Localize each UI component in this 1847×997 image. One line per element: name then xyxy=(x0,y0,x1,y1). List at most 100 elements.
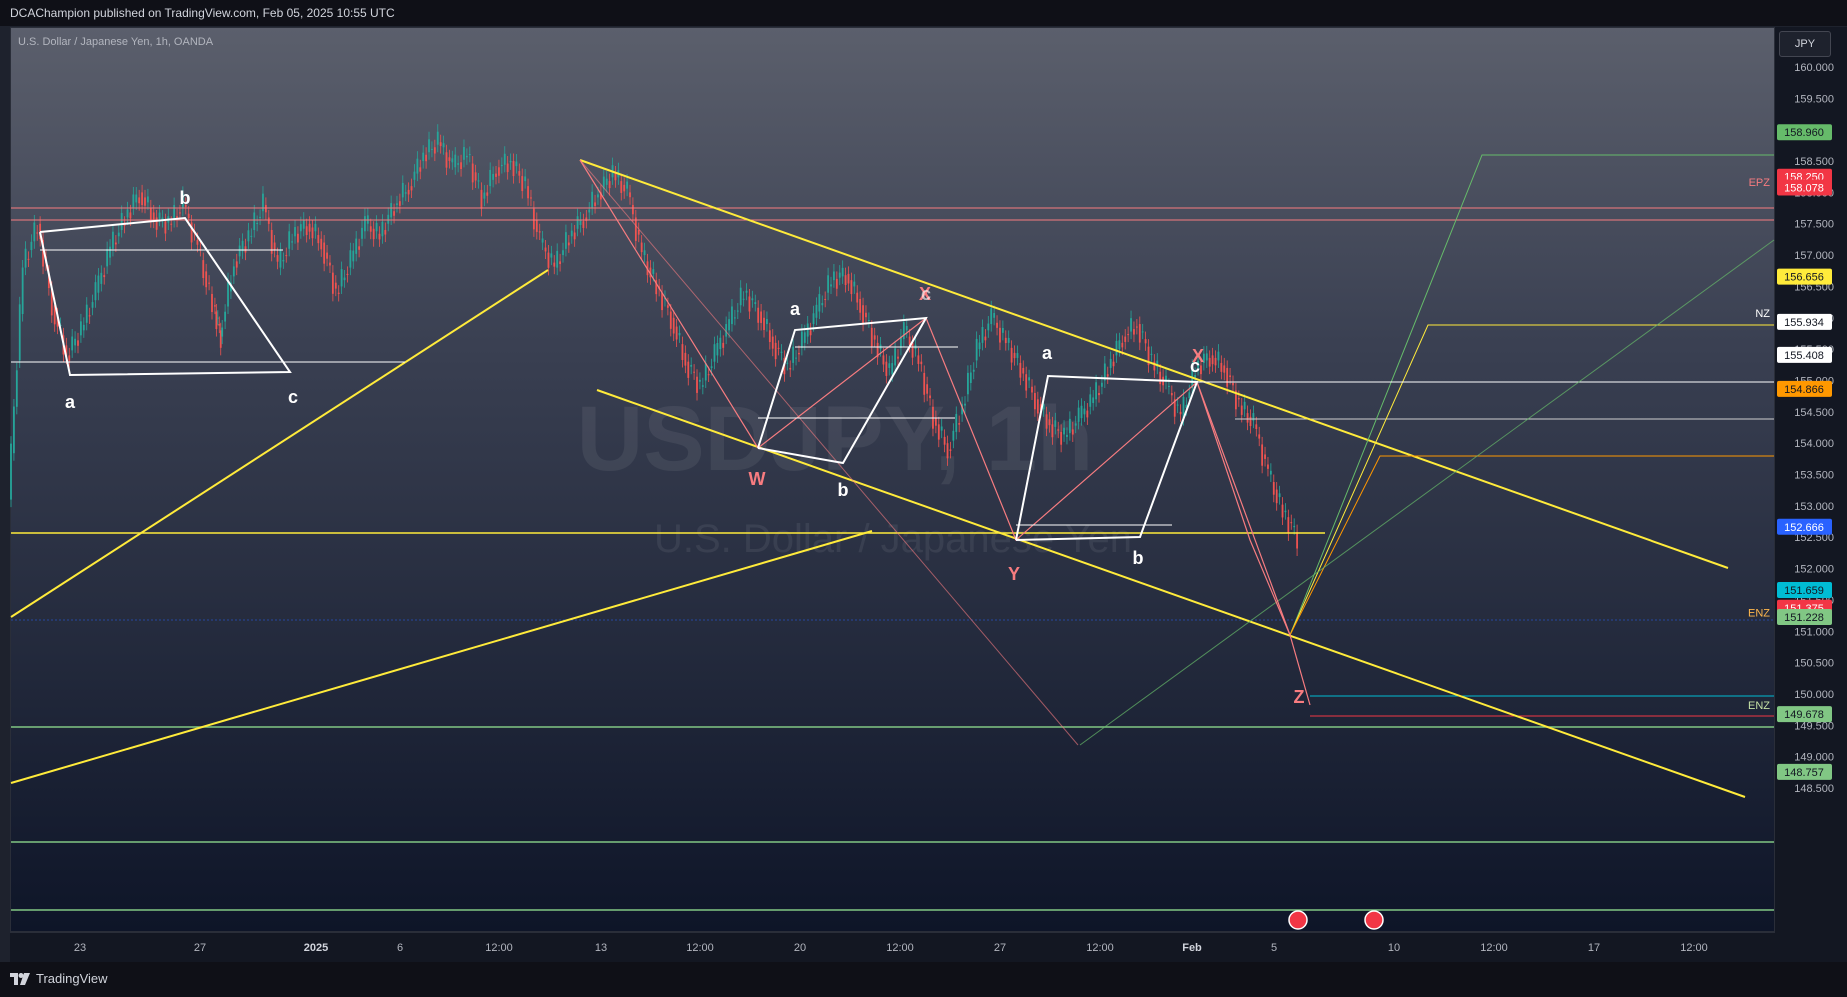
candle-body xyxy=(865,312,867,318)
symbol-title[interactable]: U.S. Dollar / Japanese Yen, 1h, OANDA xyxy=(18,36,214,48)
wave-label-c-left: c xyxy=(288,387,298,407)
event-flag-icon[interactable] xyxy=(1364,910,1384,930)
currency-selector[interactable]: JPY xyxy=(1779,31,1831,57)
candle-body xyxy=(489,169,492,187)
candle-body xyxy=(795,357,797,359)
candle-body xyxy=(535,219,538,232)
candle-body xyxy=(629,192,631,198)
candle-body xyxy=(235,261,238,268)
candle-body xyxy=(262,193,264,212)
price-marker-label: 151.228 xyxy=(1784,612,1824,624)
candle-body xyxy=(1281,504,1284,518)
candle-body xyxy=(1133,329,1135,335)
candle-body xyxy=(361,227,363,239)
candle-body xyxy=(1025,374,1028,391)
candle-body xyxy=(958,423,961,425)
candle-body xyxy=(1092,397,1095,404)
candle-body xyxy=(1127,334,1130,336)
candle-body xyxy=(1232,382,1234,386)
candle-body xyxy=(179,212,181,214)
candle-body xyxy=(1063,427,1065,435)
event-flag-icon[interactable] xyxy=(1288,910,1308,930)
y-tick-label: 148.500 xyxy=(1794,783,1834,795)
candle-body xyxy=(850,280,853,295)
candle-body xyxy=(652,269,655,274)
chart-canvas[interactable]: USDJPY, 1h U.S. Dollar / Japanese Yen W … xyxy=(0,0,1847,997)
candle-body xyxy=(570,230,573,237)
candle-body xyxy=(1243,401,1246,410)
candle-body xyxy=(486,192,489,196)
candle-body xyxy=(250,235,253,237)
candle-body xyxy=(716,342,719,356)
candle-body xyxy=(553,262,556,267)
candle-body xyxy=(693,371,695,373)
candle-body xyxy=(853,281,856,287)
candle-body xyxy=(902,322,905,340)
candle-body xyxy=(873,335,876,340)
wave-label-a-left: a xyxy=(65,392,76,412)
candle-body xyxy=(696,376,698,393)
candle-body xyxy=(1261,444,1264,466)
candle-body xyxy=(384,230,387,235)
x-tick-label: 6 xyxy=(397,942,403,954)
candle-body xyxy=(1159,371,1162,385)
candle-body xyxy=(891,363,894,375)
candle-body xyxy=(314,223,317,232)
price-marker-label: 148.757 xyxy=(1784,767,1824,779)
candle-body xyxy=(687,361,690,378)
candle-body xyxy=(640,242,643,253)
candle-body xyxy=(1246,413,1249,423)
candle-body xyxy=(285,255,288,257)
y-tick-label: 154.000 xyxy=(1794,438,1834,450)
candle-body xyxy=(492,173,495,180)
candle-body xyxy=(378,233,381,240)
candle-body xyxy=(291,241,294,243)
candle-body xyxy=(27,258,30,260)
candle-body xyxy=(33,222,36,242)
y-tick-label: 149.000 xyxy=(1794,752,1834,764)
candle-body xyxy=(463,147,465,160)
wave-label-b-right: b xyxy=(1133,548,1144,568)
candle-body xyxy=(1287,517,1290,534)
candle-body xyxy=(567,242,570,246)
candle-body xyxy=(731,306,733,325)
y-tick-label: 158.500 xyxy=(1794,156,1834,168)
candle-body xyxy=(425,154,428,162)
wave-label-z: Z xyxy=(1294,687,1305,707)
candle-body xyxy=(1237,398,1240,400)
candle-body xyxy=(259,216,261,218)
candle-body xyxy=(355,238,358,254)
y-tick-label: 153.500 xyxy=(1794,470,1834,482)
candle-body xyxy=(623,184,626,192)
candle-body xyxy=(158,212,161,219)
candle-body xyxy=(1293,525,1296,528)
candle-body xyxy=(739,287,742,306)
candle-body xyxy=(888,363,891,368)
candle-body xyxy=(214,305,216,307)
x-tick-label: 17 xyxy=(1588,942,1600,954)
candle-body xyxy=(1269,470,1272,475)
candle-body xyxy=(547,252,550,268)
candle-body xyxy=(477,180,480,182)
candle-body xyxy=(792,346,795,363)
wave-label-a-right: a xyxy=(1042,343,1053,363)
candle-body xyxy=(349,250,352,268)
candle-body xyxy=(346,273,349,276)
candle-body xyxy=(512,161,515,177)
tradingview-logo[interactable]: TradingView xyxy=(10,971,108,986)
candle-body xyxy=(990,308,993,325)
candle-body xyxy=(468,154,471,156)
candle-body xyxy=(1179,411,1182,415)
candle-body xyxy=(789,367,792,370)
candle-body xyxy=(120,212,123,231)
candle-body xyxy=(815,304,818,318)
candle-body xyxy=(413,171,416,180)
candle-body xyxy=(544,247,547,252)
candle-body xyxy=(334,282,337,289)
candle-body xyxy=(562,250,564,256)
candle-body xyxy=(187,213,190,219)
candle-body xyxy=(532,208,535,230)
candle-body xyxy=(856,292,859,303)
candle-body xyxy=(1080,405,1083,419)
candle-body xyxy=(527,186,529,199)
